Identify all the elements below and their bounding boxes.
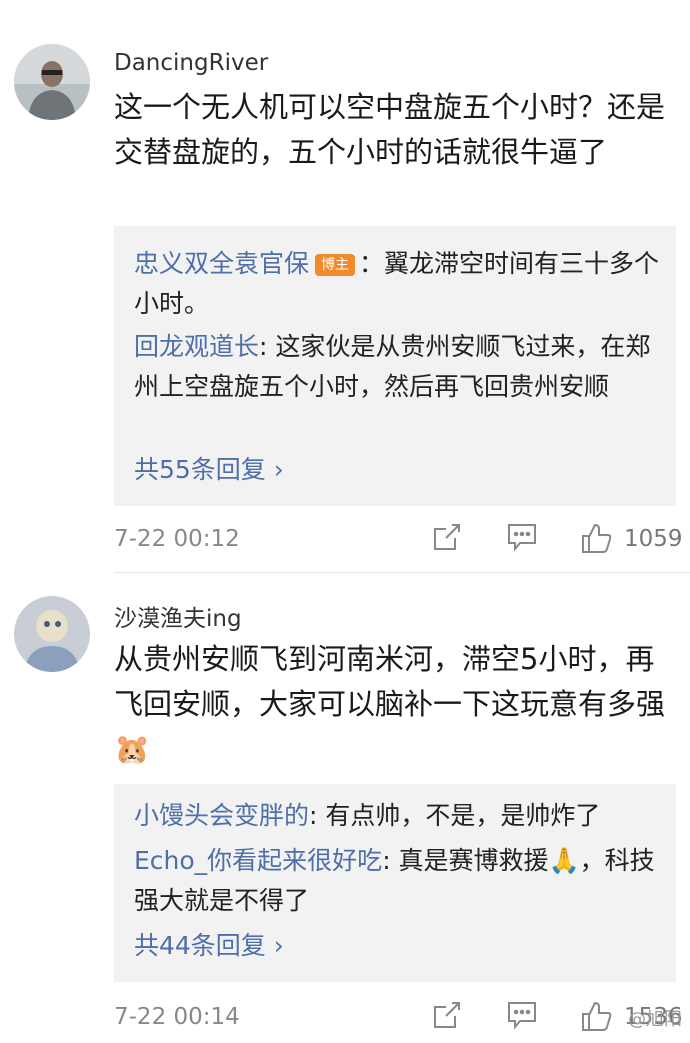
comment-text: 从贵州安顺飞到河南米河，滞空5小时，再飞回安顺，大家可以脑补一下这玩意有多强 🐹 (114, 637, 674, 772)
avatar[interactable] (14, 44, 90, 120)
divider (114, 572, 690, 573)
reply-2: 回龙观道长: 这家伙是从贵州安顺飞过来，在郑州上空盘旋五个小时，然后再飞回贵州安… (134, 327, 664, 407)
comment-text: 这一个无人机可以空中盘旋五个小时？还是交替盘旋的，五个小时的话就很牛逼了 (114, 90, 666, 169)
like-icon[interactable] (580, 1000, 612, 1036)
reply-text: : 有点帅，不是，是帅炸了 (309, 801, 601, 830)
reply-2: Echo_你看起来很好吃: 真是赛博救援🙏，科技强大就是不得了 (134, 841, 664, 921)
share-icon[interactable] (432, 522, 462, 556)
comment-text-content: 从贵州安顺飞到河南米河，滞空5小时，再飞回安顺，大家可以脑补一下这玩意有多强 (114, 642, 666, 721)
comment-meta: 7-22 00:12 1059 (114, 520, 684, 560)
comment-icon[interactable] (506, 1000, 538, 1034)
avatar[interactable] (14, 596, 90, 672)
timestamp: 7-22 00:14 (114, 1004, 240, 1030)
share-icon[interactable] (432, 1000, 462, 1034)
username[interactable]: DancingRiver (114, 50, 268, 76)
reply-box[interactable]: 小馒头会变胖的: 有点帅，不是，是帅炸了 Echo_你看起来很好吃: 真是赛博救… (114, 784, 676, 982)
watermark: @旭阳 (628, 1009, 682, 1030)
reply-author[interactable]: 回龙观道长 (134, 332, 259, 361)
reply-author[interactable]: Echo_你看起来很好吃 (134, 846, 382, 875)
timestamp: 7-22 00:12 (114, 526, 240, 552)
like-icon[interactable] (580, 522, 612, 558)
reply-author[interactable]: 小馒头会变胖的 (134, 801, 309, 830)
reply-1: 忠义双全袁官保 博主 ：翼龙滞空时间有三十多个小时。 (134, 244, 664, 324)
view-replies-link[interactable]: 共44条回复 › (134, 926, 284, 962)
like-count: 1059 (624, 526, 683, 552)
author-badge: 博主 (315, 254, 356, 276)
comment-meta: 7-22 00:14 1536 (114, 998, 684, 1038)
reply-1: 小馒头会变胖的: 有点帅，不是，是帅炸了 (134, 796, 664, 836)
comment-icon[interactable] (506, 522, 538, 556)
username[interactable]: 沙漠渔夫ing (114, 599, 242, 633)
view-replies-link[interactable]: 共55条回复 › (134, 450, 284, 486)
emoji-icon: 🐹 (114, 732, 151, 766)
reply-author[interactable]: 忠义双全袁官保 (134, 249, 309, 278)
reply-box[interactable]: 忠义双全袁官保 博主 ：翼龙滞空时间有三十多个小时。 回龙观道长: 这家伙是从贵州安… (114, 226, 676, 506)
